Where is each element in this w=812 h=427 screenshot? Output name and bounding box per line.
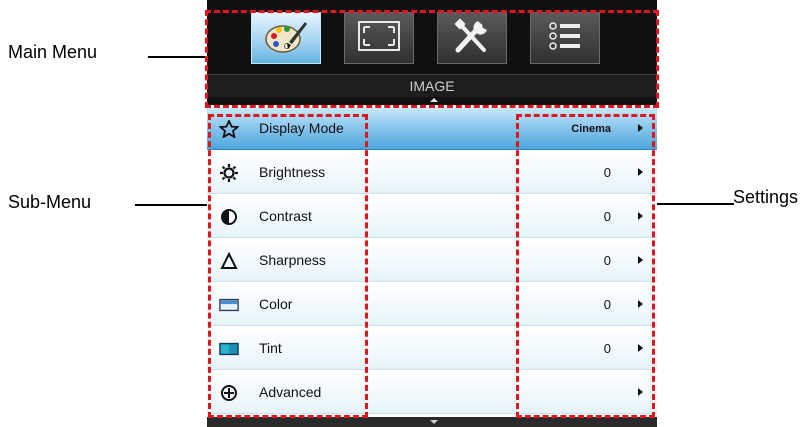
sub-menu-leader xyxy=(135,204,209,206)
settings-leader xyxy=(654,203,734,205)
sub-menu-highlight xyxy=(208,114,368,418)
main-menu-highlight xyxy=(205,10,659,108)
sub-menu-callout: Sub-Menu xyxy=(8,192,92,212)
main-menu-callout: Main Menu xyxy=(8,42,98,62)
scroll-down-icon[interactable] xyxy=(430,420,438,424)
settings-highlight xyxy=(516,114,655,418)
settings-callout: Settings xyxy=(733,187,799,207)
main-menu-leader xyxy=(148,56,206,58)
